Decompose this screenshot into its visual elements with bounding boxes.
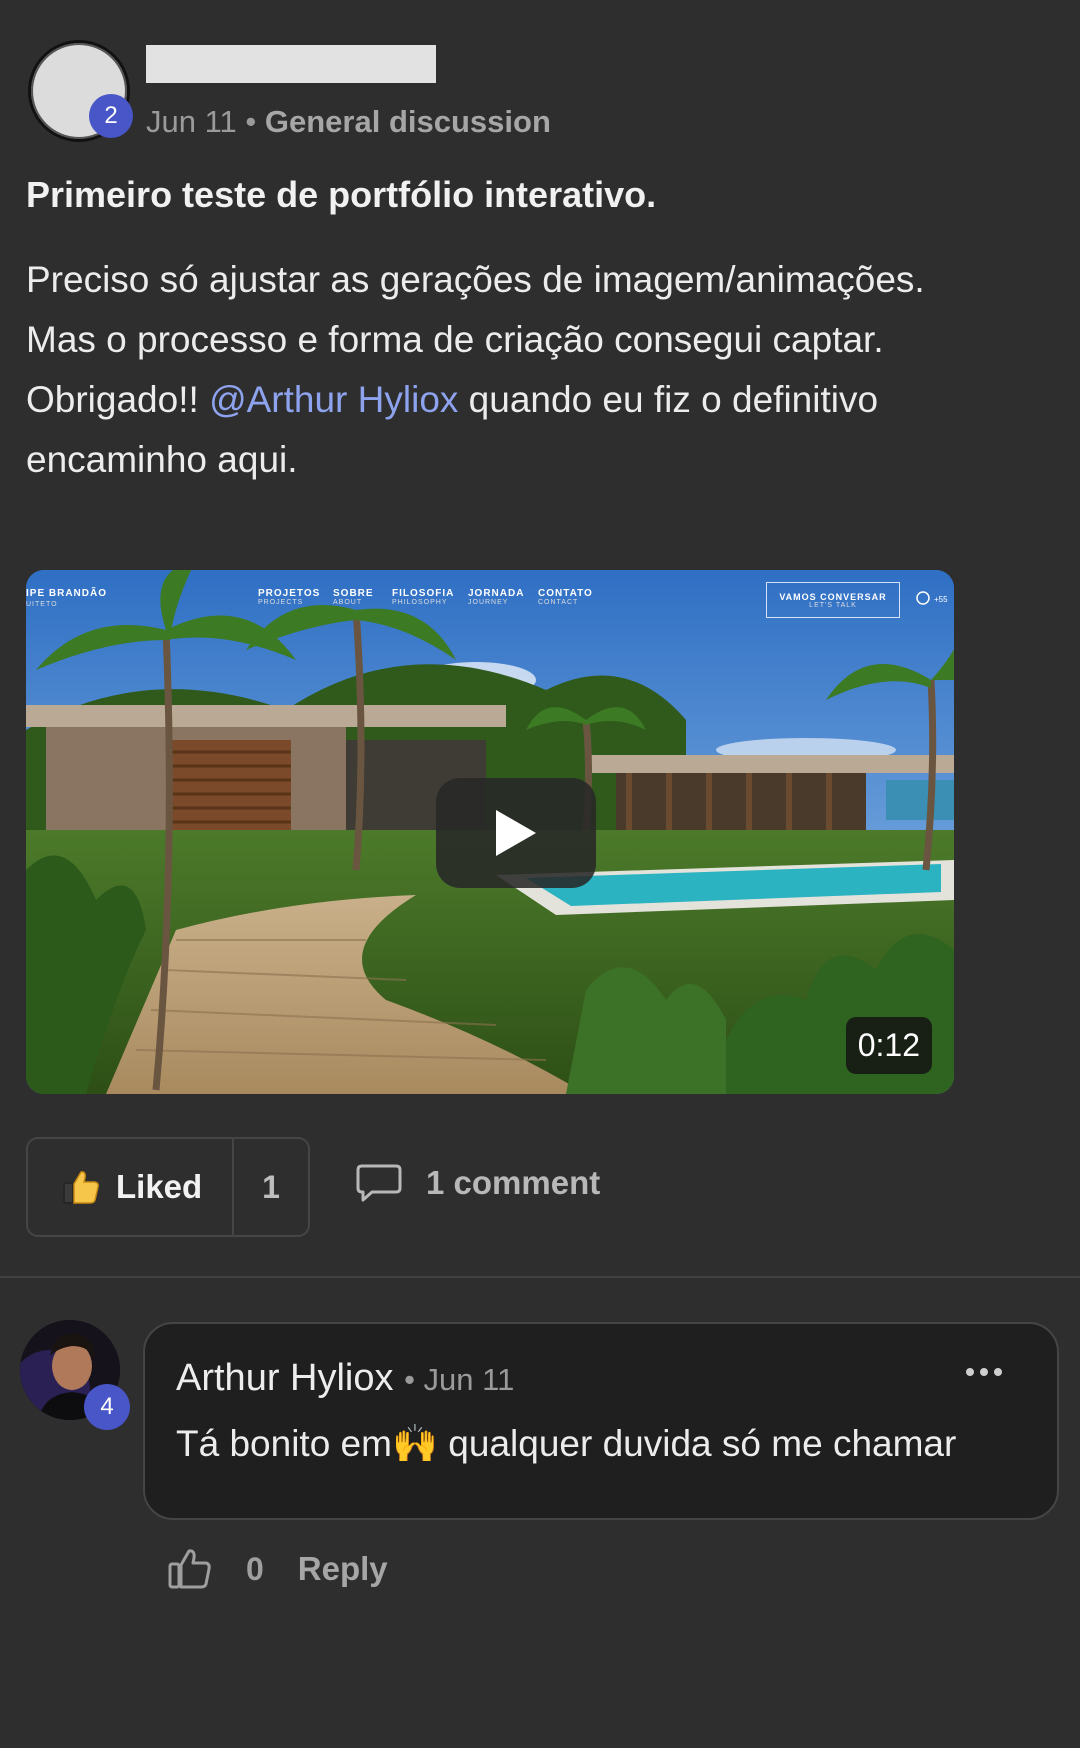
like-label: Liked — [116, 1168, 203, 1205]
post-body-line: Mas o processo e forma de criação conseg… — [26, 319, 884, 360]
comment-author-name[interactable]: Arthur Hyliox — [176, 1357, 394, 1399]
site-cta-button: VAMOS CONVERSAR LET'S TALK — [766, 582, 900, 618]
comment-header: Arthur Hyliox • Jun 11 — [176, 1357, 514, 1400]
comment-like-count: 0 — [246, 1550, 264, 1587]
video-player[interactable]: IPE BRANDÃO UITETO +55 PROJETOS PROJECTS … — [26, 570, 954, 1094]
site-nav-sobre: SOBRE ABOUT — [333, 588, 374, 606]
divider — [0, 1276, 1080, 1278]
commenter-level-badge: 4 — [84, 1384, 130, 1430]
like-button[interactable]: Liked — [28, 1139, 232, 1235]
post-date: Jun 11 — [146, 104, 237, 139]
post-title: Primeiro teste de portfólio interativo. — [26, 174, 657, 215]
site-nav-contato: CONTATO CONTACT — [538, 588, 593, 606]
post-body-text: quando eu fiz o definitivo — [458, 379, 879, 420]
comment-button[interactable]: 1 comment — [356, 1163, 600, 1203]
post-body-line: Obrigado!! @Arthur Hyliox quando eu fiz … — [26, 370, 1046, 430]
site-nav-jornada: JORNADA JOURNEY — [468, 588, 525, 606]
like-count[interactable]: 1 — [232, 1139, 308, 1235]
play-icon — [496, 810, 536, 856]
post-author-name-redacted[interactable] — [146, 45, 436, 83]
thumbs-up-icon — [63, 1171, 99, 1204]
raised-hands-emoji: 🙌 — [391, 1423, 439, 1464]
post-author-level-badge: 2 — [89, 94, 133, 138]
comment-icon — [356, 1164, 402, 1202]
play-button[interactable] — [436, 778, 596, 888]
site-phone: +55 — [934, 595, 948, 604]
comment-actions: 0 Reply — [168, 1548, 388, 1590]
video-duration: 0:12 — [845, 1017, 932, 1074]
comment-like-icon[interactable] — [168, 1548, 212, 1590]
site-subtitle: UITETO — [26, 601, 58, 608]
more-options-icon[interactable] — [966, 1368, 1002, 1376]
comment-date: • Jun 11 — [404, 1362, 515, 1397]
comment-text-post: qualquer duvida só me chamar — [438, 1423, 957, 1464]
post-body: Preciso só ajustar as gerações de imagem… — [26, 250, 1046, 490]
post-meta: Jun 11 • General discussion — [146, 104, 551, 140]
mention-link[interactable]: @Arthur Hyliox — [209, 379, 458, 420]
post-body-line: encaminho aqui. — [26, 439, 298, 480]
comment-text-pre: Tá bonito em — [176, 1423, 392, 1464]
comment-text: Tá bonito em🙌 qualquer duvida só me cham… — [176, 1423, 956, 1466]
comment-card — [143, 1322, 1059, 1520]
post-body-text: Obrigado!! — [26, 379, 210, 420]
site-nav-filosofia: FILOSOFIA PHILOSOPHY — [392, 588, 455, 606]
like-button-group: Liked 1 — [26, 1137, 310, 1237]
comment-count-label: 1 comment — [426, 1164, 601, 1201]
site-nav-projetos: PROJETOS PROJECTS — [258, 588, 321, 606]
site-name: IPE BRANDÃO — [26, 586, 107, 599]
meta-separator: • — [245, 104, 257, 139]
reply-button[interactable]: Reply — [298, 1550, 388, 1588]
post-body-line: Preciso só ajustar as gerações de imagem… — [26, 259, 925, 300]
post-category-link[interactable]: General discussion — [265, 104, 551, 139]
